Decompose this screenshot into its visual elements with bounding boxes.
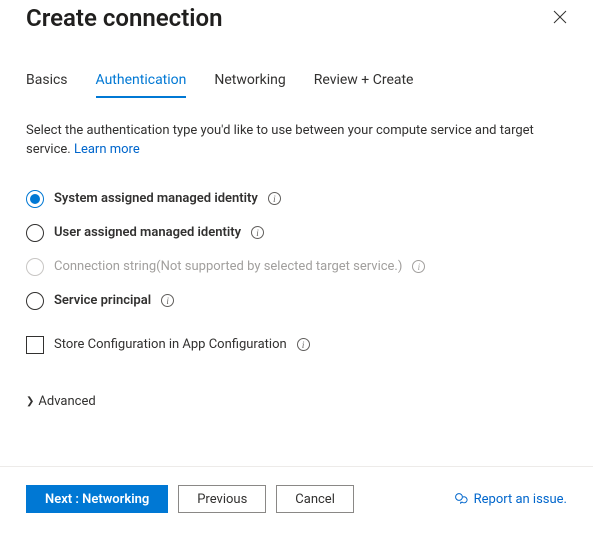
page-title: Create connection	[26, 4, 222, 32]
auth-option-label: System assigned managed identity	[54, 191, 258, 206]
tabs: Basics Authentication Networking Review …	[26, 66, 567, 98]
checkbox[interactable]	[26, 336, 44, 354]
auth-option-connection-string: Connection string(Not supported by selec…	[26, 258, 567, 276]
auth-option-system-identity[interactable]: System assigned managed identity i	[26, 190, 567, 208]
auth-option-label: User assigned managed identity	[54, 225, 241, 240]
report-issue-label: Report an issue.	[474, 492, 567, 507]
auth-option-note: (Not supported by selected target servic…	[156, 259, 402, 274]
info-icon[interactable]: i	[251, 226, 264, 239]
info-icon[interactable]: i	[297, 338, 310, 351]
auth-option-service-principal[interactable]: Service principal i	[26, 292, 567, 310]
footer: Next : Networking Previous Cancel Report…	[0, 466, 593, 513]
feedback-icon	[454, 492, 468, 506]
tab-authentication[interactable]: Authentication	[96, 66, 187, 98]
advanced-toggle[interactable]: ❯ Advanced	[26, 394, 96, 409]
next-button[interactable]: Next : Networking	[26, 485, 168, 513]
auth-options: System assigned managed identity i User …	[26, 190, 567, 310]
learn-more-link[interactable]: Learn more	[74, 142, 140, 157]
store-config-row[interactable]: Store Configuration in App Configuration…	[26, 336, 567, 354]
tab-networking[interactable]: Networking	[214, 66, 285, 98]
radio-icon[interactable]	[26, 190, 44, 208]
info-icon[interactable]: i	[412, 260, 425, 273]
info-icon[interactable]: i	[161, 294, 174, 307]
radio-icon[interactable]	[26, 292, 44, 310]
tab-basics[interactable]: Basics	[26, 66, 68, 98]
chevron-right-icon: ❯	[26, 396, 34, 407]
close-icon	[553, 10, 567, 24]
info-icon[interactable]: i	[268, 192, 281, 205]
tab-review-create[interactable]: Review + Create	[314, 66, 414, 98]
auth-option-label: Service principal	[54, 293, 151, 308]
description: Select the authentication type you'd lik…	[26, 122, 567, 160]
store-config-label: Store Configuration in App Configuration	[54, 337, 287, 352]
close-button[interactable]	[549, 6, 571, 28]
auth-option-label: Connection string(Not supported by selec…	[54, 259, 402, 274]
report-issue-link[interactable]: Report an issue.	[454, 492, 567, 507]
radio-icon	[26, 258, 44, 276]
previous-button[interactable]: Previous	[178, 485, 266, 513]
advanced-label: Advanced	[38, 394, 95, 409]
auth-option-label-text: Connection string	[54, 259, 156, 274]
cancel-button[interactable]: Cancel	[276, 485, 354, 513]
radio-icon[interactable]	[26, 224, 44, 242]
auth-option-user-identity[interactable]: User assigned managed identity i	[26, 224, 567, 242]
